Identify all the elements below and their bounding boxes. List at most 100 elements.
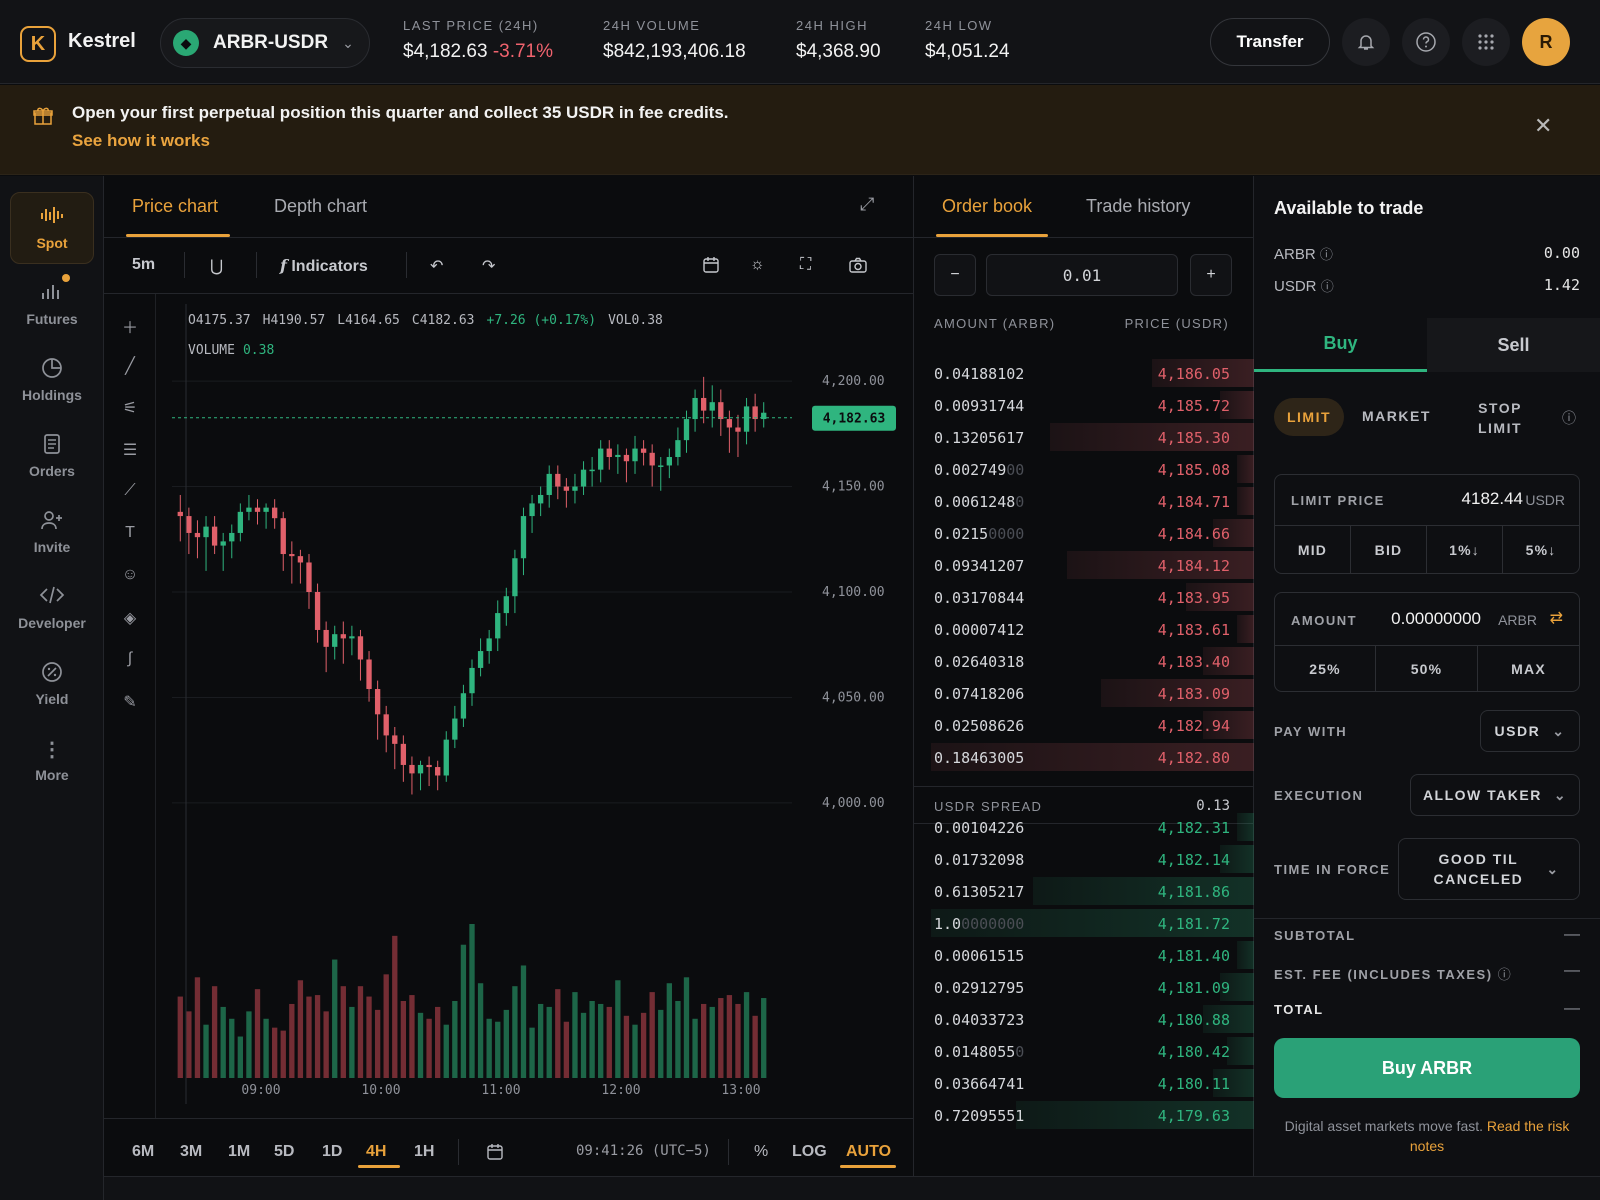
ruler-icon[interactable]: ◈ [118,608,142,632]
range-3m[interactable]: 3M [180,1143,202,1161]
tab-sell[interactable]: Sell [1427,318,1600,372]
interval-selector[interactable]: 5m [132,256,155,274]
ask-row[interactable]: 0.07418206 4,183.09 [914,678,1254,708]
ask-row[interactable]: 0.00612480 4,184.71 [914,486,1254,516]
decrease-step-button[interactable]: − [934,254,976,296]
emoji-icon[interactable]: ☺ [118,566,142,590]
preset-5pct-down[interactable]: 5%↓ [1503,526,1579,574]
ask-row[interactable]: 0.03170844 4,183.95 [914,582,1254,612]
crosshair-icon[interactable]: ＋ [118,314,142,338]
sidebar-item-futures[interactable]: Futures [10,268,94,340]
info-icon[interactable]: ⓘ [1321,279,1334,294]
avatar[interactable]: R [1522,18,1570,66]
increase-step-button[interactable]: + [1190,254,1232,296]
preset-1pct-down[interactable]: 1%↓ [1427,526,1503,574]
ask-row[interactable]: 0.00007412 4,183.61 [914,614,1254,644]
sliders-icon[interactable]: ⚟ [118,398,142,422]
execution-select[interactable]: ALLOW TAKER ⌄ [1410,774,1580,816]
pair-selector[interactable]: ◆ ARBR-USDR ⌄ [160,18,370,68]
preset-50pct[interactable]: 50% [1376,646,1478,692]
range-1d[interactable]: 1D [322,1143,342,1161]
help-icon[interactable] [1402,18,1450,66]
settings-icon[interactable]: ☼ [750,256,765,274]
undo-icon[interactable]: ↶ [430,256,443,276]
logo[interactable]: K [20,26,56,62]
indicators-button[interactable]: f Indicators [280,256,368,276]
tab-depth-chart[interactable]: Depth chart [274,196,367,217]
text-tool-icon[interactable]: T [118,524,142,548]
range-1m[interactable]: 1M [228,1143,250,1161]
calendar-icon[interactable] [702,256,720,279]
ask-row[interactable]: 0.00931744 4,185.72 [914,390,1254,420]
order-type-market[interactable]: MARKET [1362,408,1431,424]
polyline-icon[interactable]: ⟋ [118,482,142,506]
range-5d[interactable]: 5D [274,1143,294,1161]
tab-trade-history[interactable]: Trade history [1086,196,1190,217]
limit-price-input[interactable]: 4182.44 [1462,489,1523,509]
sidebar-item-invite[interactable]: Invite [10,496,94,568]
fullscreen-icon[interactable]: ⛶ [800,256,811,274]
price-chart[interactable]: 4,200.00 4,150.00 4,100.00 4,050.00 4,000.00… [156,294,914,1118]
bid-row[interactable]: 0.00061515 4,181.40 [914,940,1254,970]
sidebar-item-developer[interactable]: Developer [10,572,94,644]
curve-icon[interactable]: ∫ [118,650,142,674]
range-6m[interactable]: 6M [132,1143,154,1161]
ask-row[interactable]: 0.02640318 4,183.40 [914,646,1254,676]
bid-row[interactable]: 0.00104226 4,182.31 [914,812,1254,842]
apps-grid-icon[interactable] [1462,18,1510,66]
preset-mid[interactable]: MID [1275,526,1351,574]
step-size-field[interactable]: 0.01 [986,254,1178,296]
range-1h[interactable]: 1H [414,1143,434,1161]
swap-icon[interactable]: ⇄ [1550,608,1563,628]
order-type-limit[interactable]: LIMIT [1274,398,1344,436]
ask-row[interactable]: 0.13205617 4,185.30 [914,422,1254,452]
info-icon[interactable]: ⓘ [1498,967,1513,982]
promo-link[interactable]: See how it works [72,131,210,151]
ask-row[interactable]: 0.04188102 4,186.05 [914,358,1254,388]
percent-toggle[interactable]: % [754,1143,768,1161]
ask-row[interactable]: 0.00274900 4,185.08 [914,454,1254,484]
bell-icon[interactable] [1342,18,1390,66]
sidebar-item-more[interactable]: ⋮ More [10,724,94,796]
horizontal-lines-icon[interactable]: ☰ [118,440,142,464]
preset-max[interactable]: MAX [1478,646,1579,692]
tab-buy[interactable]: Buy [1254,318,1427,372]
trend-line-icon[interactable]: ╱ [118,356,142,380]
bid-row[interactable]: 0.61305217 4,181.86 [914,876,1254,906]
info-icon[interactable]: ⓘ [1320,247,1333,262]
bid-row[interactable]: 0.01480550 4,180.42 [914,1036,1254,1066]
tab-order-book[interactable]: Order book [942,196,1032,217]
preset-25pct[interactable]: 25% [1275,646,1376,692]
sidebar-item-orders[interactable]: Orders [10,420,94,492]
pencil-icon[interactable]: ✎ [118,692,142,716]
log-toggle[interactable]: LOG [792,1143,827,1161]
order-type-stop-limit[interactable]: STOP LIMIT [1466,398,1534,438]
time-in-force-select[interactable]: GOOD TIL CANCELED ⌄ [1398,838,1580,900]
calendar-icon[interactable] [486,1143,504,1166]
amount-input[interactable]: 0.00000000 [1391,609,1481,629]
redo-icon[interactable]: ↷ [482,256,495,276]
preset-bid[interactable]: BID [1351,526,1427,574]
bid-row[interactable]: 0.01732098 4,182.14 [914,844,1254,874]
bid-row[interactable]: 0.04033723 4,180.88 [914,1004,1254,1034]
ask-row[interactable]: 0.02508626 4,182.94 [914,710,1254,740]
close-icon[interactable]: ✕ [1534,113,1552,139]
sidebar-item-spot[interactable]: Spot [10,192,94,264]
auto-toggle[interactable]: AUTO [846,1143,891,1161]
bid-row[interactable]: 0.72095551 4,179.63 [914,1100,1254,1130]
bid-row[interactable]: 1.00000000 4,181.72 [914,908,1254,938]
sidebar-item-holdings[interactable]: Holdings [10,344,94,416]
range-4h[interactable]: 4H [366,1143,386,1161]
ask-row[interactable]: 0.02150000 4,184.66 [914,518,1254,548]
ask-row[interactable]: 0.09341207 4,184.12 [914,550,1254,580]
sidebar-item-yield[interactable]: Yield [10,648,94,720]
tab-price-chart[interactable]: Price chart [132,196,218,217]
bid-row[interactable]: 0.02912795 4,181.09 [914,972,1254,1002]
camera-icon[interactable] [848,256,868,279]
magnet-icon[interactable]: ⋃ [210,256,223,276]
pay-with-select[interactable]: USDR ⌄ [1480,710,1580,752]
bid-row[interactable]: 0.03664741 4,180.11 [914,1068,1254,1098]
info-icon[interactable]: ⓘ [1562,408,1576,428]
expand-icon[interactable]: ⤢ [860,194,874,215]
ask-row[interactable]: 0.18463005 4,182.80 [914,742,1254,772]
